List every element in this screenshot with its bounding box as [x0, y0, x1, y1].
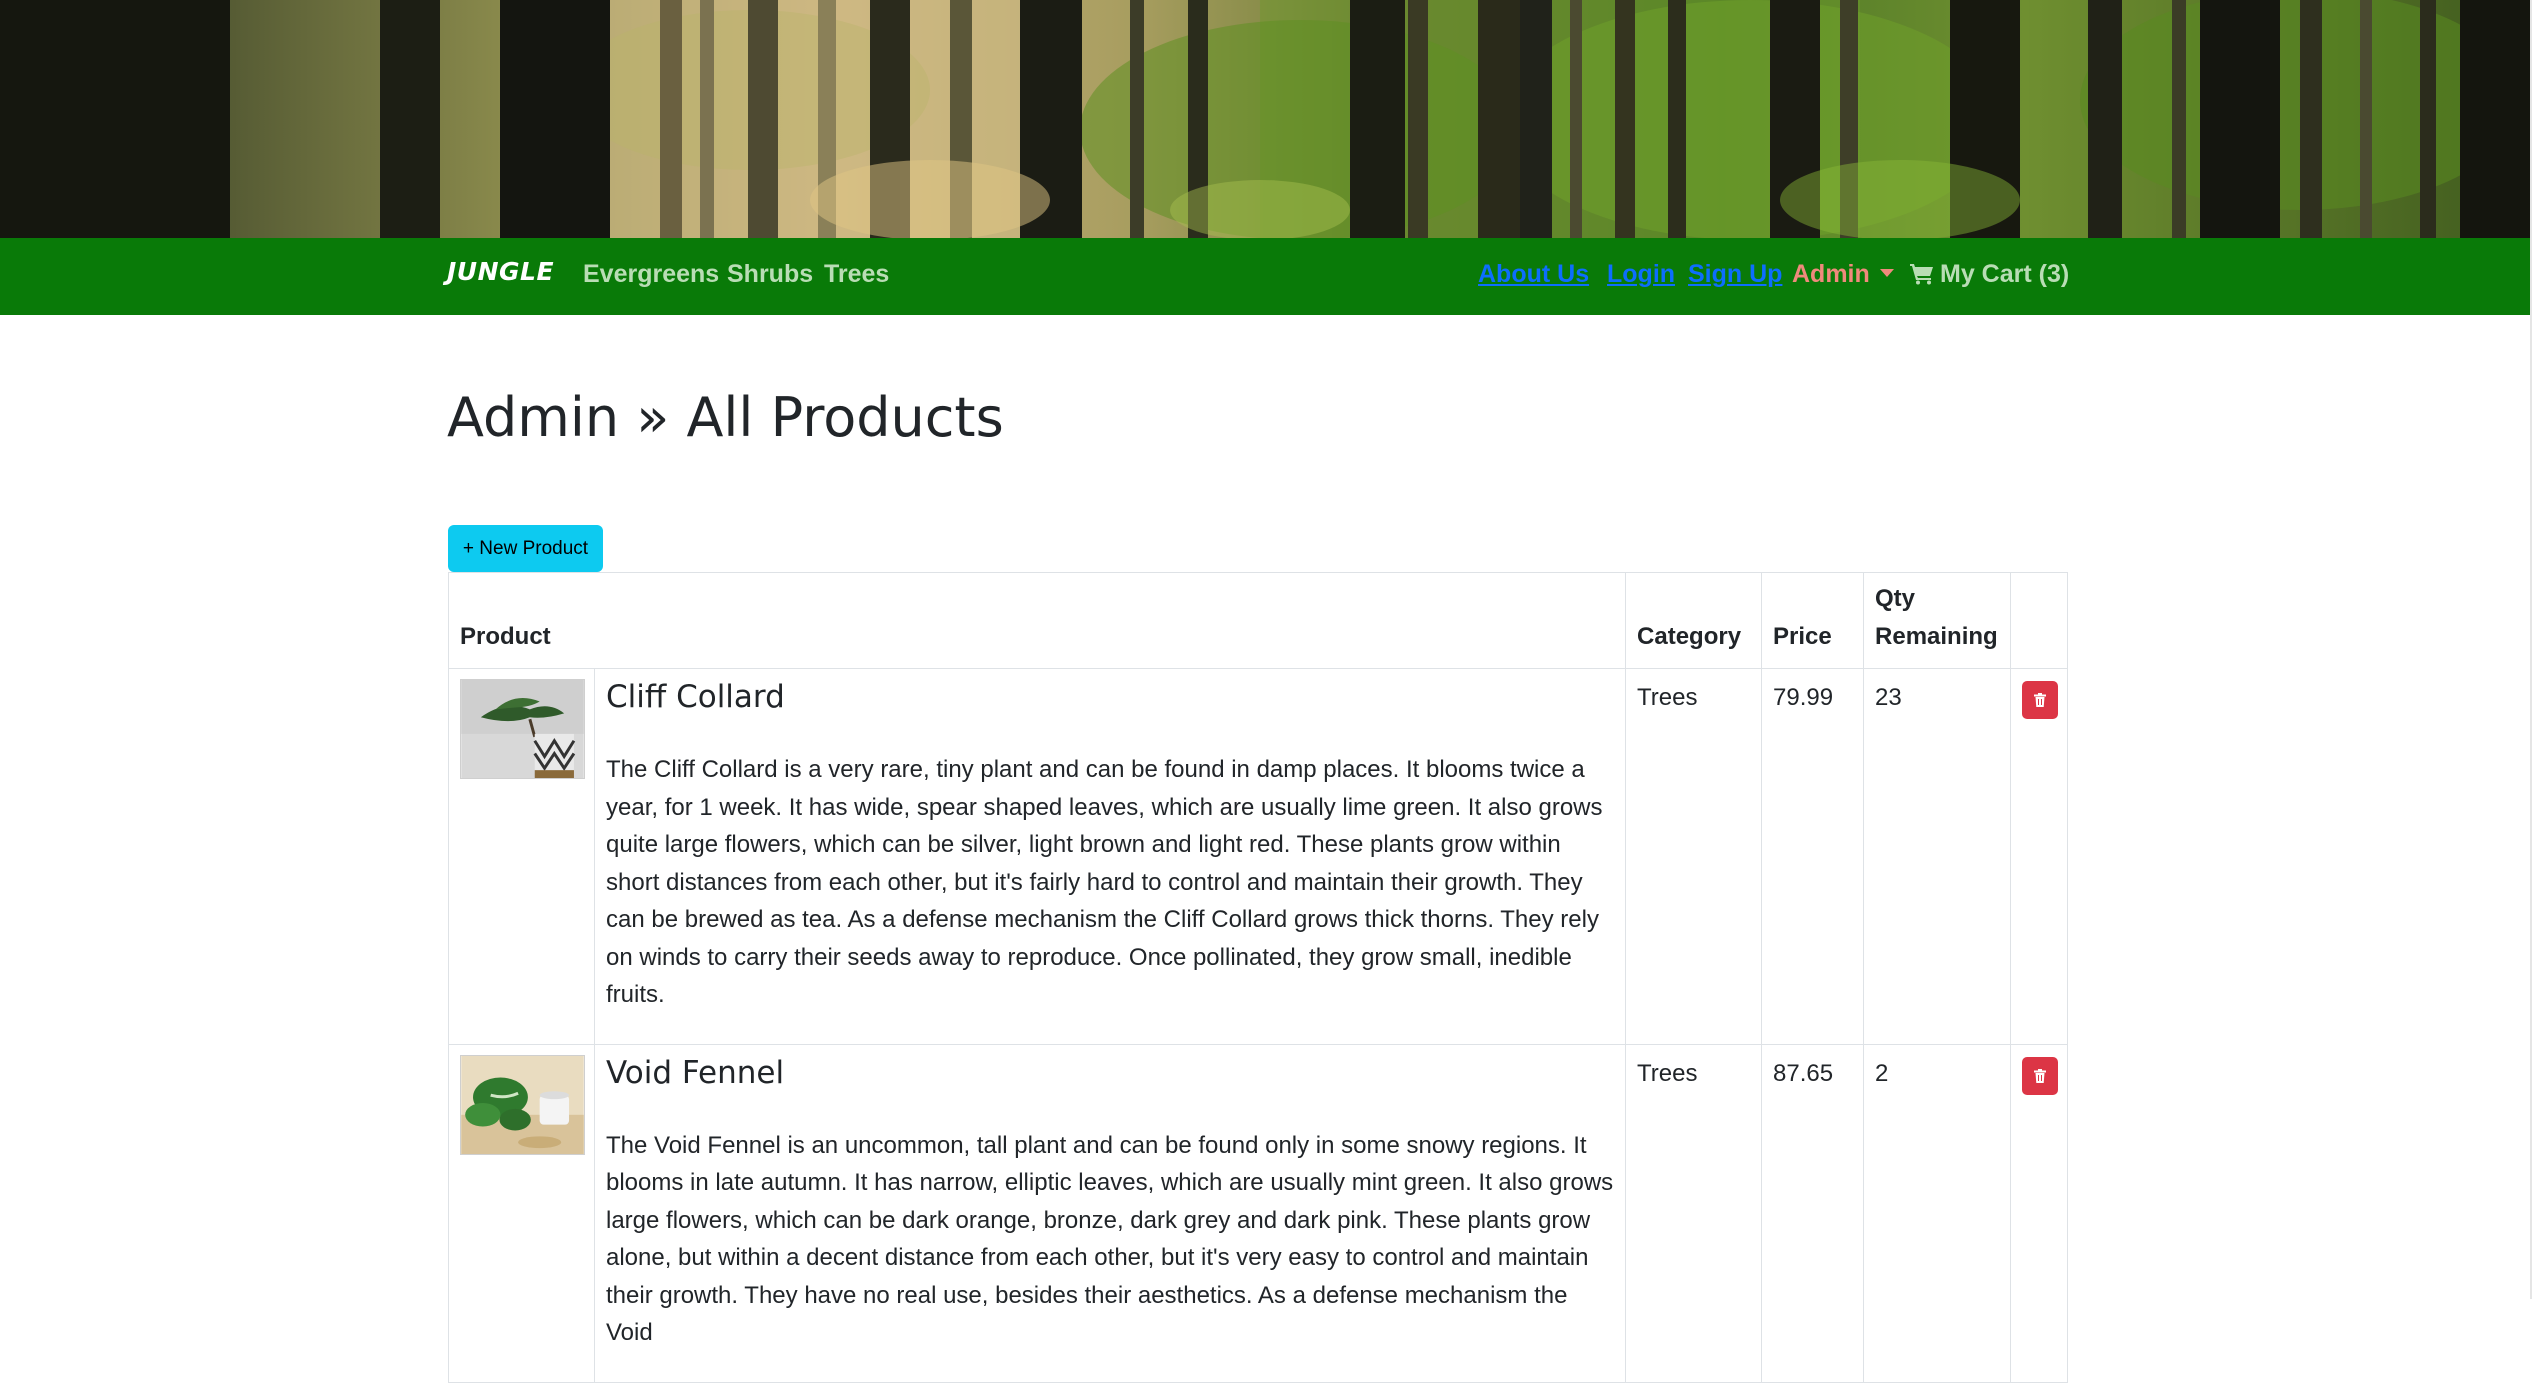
- product-image-cell: [448, 668, 595, 1045]
- table-row: Void Fennel The Void Fennel is an uncomm…: [448, 1043, 2069, 1383]
- brand-logo[interactable]: JUNGLE: [447, 257, 554, 286]
- trash-icon: [2034, 1068, 2047, 1083]
- column-header-product: Product: [447, 572, 1627, 669]
- nav-link-sign-up[interactable]: Sign Up: [1688, 260, 1782, 289]
- cart-icon: [1910, 264, 1933, 285]
- trash-icon: [2034, 693, 2047, 707]
- column-header-qty-remaining: Qty Remaining: [1863, 572, 2012, 669]
- column-header-actions: [2010, 572, 2069, 669]
- nav-link-evergreens[interactable]: Evergreens: [583, 260, 719, 289]
- product-name: Void Fennel: [606, 1054, 785, 1091]
- table-row: Cliff Collard The Cliff Collard is a ver…: [448, 668, 2069, 1045]
- product-description: The Cliff Collard is a very rare, tiny p…: [606, 756, 1603, 1008]
- products-table: Product Category Price Qty Remaining Cli…: [447, 572, 2069, 1383]
- product-image-cliff-collard: [460, 679, 585, 779]
- delete-product-button[interactable]: [2022, 681, 2059, 719]
- nav-link-shrubs[interactable]: Shrubs: [727, 260, 813, 289]
- admin-dropdown[interactable]: Admin: [1792, 260, 1894, 289]
- product-qty: 23: [1863, 668, 2012, 1045]
- product-price: 87.65: [1761, 1043, 1865, 1383]
- product-description: The Void Fennel is an uncommon, tall pla…: [606, 1131, 1614, 1347]
- product-info-cell: Cliff Collard The Cliff Collard is a ver…: [593, 668, 1627, 1045]
- table-header-row: Product Category Price Qty Remaining: [447, 572, 2069, 669]
- nav-link-login[interactable]: Login: [1607, 260, 1675, 289]
- product-price: 79.99: [1761, 668, 1865, 1045]
- page-title: Admin » All Products: [447, 386, 1004, 449]
- product-category: Trees: [1625, 1043, 1763, 1383]
- top-navbar: JUNGLE Evergreens Shrubs Trees About Us …: [0, 238, 2532, 315]
- column-header-price: Price: [1761, 572, 1865, 669]
- product-actions-cell: [2010, 1043, 2069, 1383]
- cart-label: My Cart (3): [1940, 260, 2070, 288]
- delete-product-button[interactable]: [2022, 1056, 2059, 1095]
- product-image-cell: [448, 1043, 595, 1383]
- product-actions-cell: [2010, 668, 2069, 1045]
- admin-dropdown-label: Admin: [1792, 260, 1870, 288]
- product-image-void-fennel: [460, 1054, 585, 1155]
- product-info-cell: Void Fennel The Void Fennel is an uncomm…: [593, 1043, 1627, 1383]
- forest-banner: [0, 0, 2532, 238]
- column-header-category: Category: [1625, 572, 1763, 669]
- new-product-button[interactable]: + New Product: [448, 525, 603, 572]
- nav-link-trees[interactable]: Trees: [824, 260, 889, 289]
- product-name: Cliff Collard: [606, 679, 785, 715]
- product-qty: 2: [1863, 1043, 2012, 1383]
- nav-link-about-us[interactable]: About Us: [1478, 260, 1589, 289]
- chevron-down-icon: [1879, 269, 1894, 277]
- nav-link-cart[interactable]: My Cart (3): [1910, 260, 2069, 289]
- product-category: Trees: [1625, 668, 1763, 1045]
